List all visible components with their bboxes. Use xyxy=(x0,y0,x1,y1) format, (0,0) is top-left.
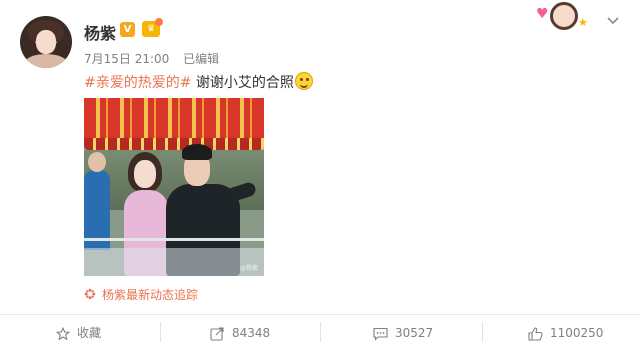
weibo-post-card: 杨紫 V ♛ ♥ ★ 7月15日 21:00 已编辑 #亲爱的热爱的# 谢谢小艾… xyxy=(0,0,640,348)
hashtag-link[interactable]: #亲爱的热爱的# xyxy=(84,75,191,91)
photo-glass-rail xyxy=(84,248,264,276)
tracker-link[interactable]: 杨紫最新动态追踪 xyxy=(84,286,198,303)
tracker-label: 杨紫最新动态追踪 xyxy=(102,288,199,302)
comment-button[interactable]: 30527 xyxy=(373,320,433,346)
smile-icon xyxy=(294,72,313,90)
action-separator xyxy=(320,322,321,342)
profile-sticker-icon: ♥ ★ xyxy=(536,2,588,32)
post-photo[interactable]: @杨紫 xyxy=(84,98,264,276)
star-icon: ★ xyxy=(578,16,588,29)
star-outline-icon xyxy=(56,326,70,340)
comment-icon xyxy=(373,327,388,341)
post-date[interactable]: 7月15日 21:00 xyxy=(84,52,169,66)
repost-icon xyxy=(210,326,224,341)
verified-badge-icon: V xyxy=(120,22,135,37)
action-divider xyxy=(0,314,640,315)
comment-count: 30527 xyxy=(395,326,434,340)
favorite-button[interactable]: 收藏 xyxy=(56,320,101,346)
photo-boy-hair xyxy=(182,144,212,160)
repost-count: 84348 xyxy=(232,326,271,340)
post-meta: 7月15日 21:00 已编辑 xyxy=(84,50,229,67)
repost-button[interactable]: 84348 xyxy=(210,320,270,346)
avatar-shoulders xyxy=(24,54,68,68)
edited-label[interactable]: 已编辑 xyxy=(183,52,219,66)
flower-icon xyxy=(84,288,96,300)
chevron-down-icon[interactable] xyxy=(606,14,620,28)
photo-girl-face xyxy=(134,160,156,188)
favorite-label: 收藏 xyxy=(77,326,102,340)
thumbs-up-icon xyxy=(528,326,543,341)
heart-icon: ♥ xyxy=(536,6,549,22)
avatar[interactable] xyxy=(20,16,72,68)
action-separator xyxy=(482,322,483,342)
post-body-text: 谢谢小艾的合照 xyxy=(191,75,294,91)
sticker-face xyxy=(550,2,578,30)
photo-rail xyxy=(84,238,264,241)
avatar-face xyxy=(36,30,56,54)
user-name[interactable]: 杨紫 xyxy=(84,20,116,44)
like-count: 1100250 xyxy=(550,326,604,340)
post-text: #亲爱的热爱的# 谢谢小艾的合照 xyxy=(84,72,313,92)
action-separator xyxy=(160,322,161,342)
like-button[interactable]: 1100250 xyxy=(528,320,603,346)
member-crown-icon[interactable]: ♛ xyxy=(142,18,163,37)
photo-watermark: @杨紫 xyxy=(239,265,258,272)
